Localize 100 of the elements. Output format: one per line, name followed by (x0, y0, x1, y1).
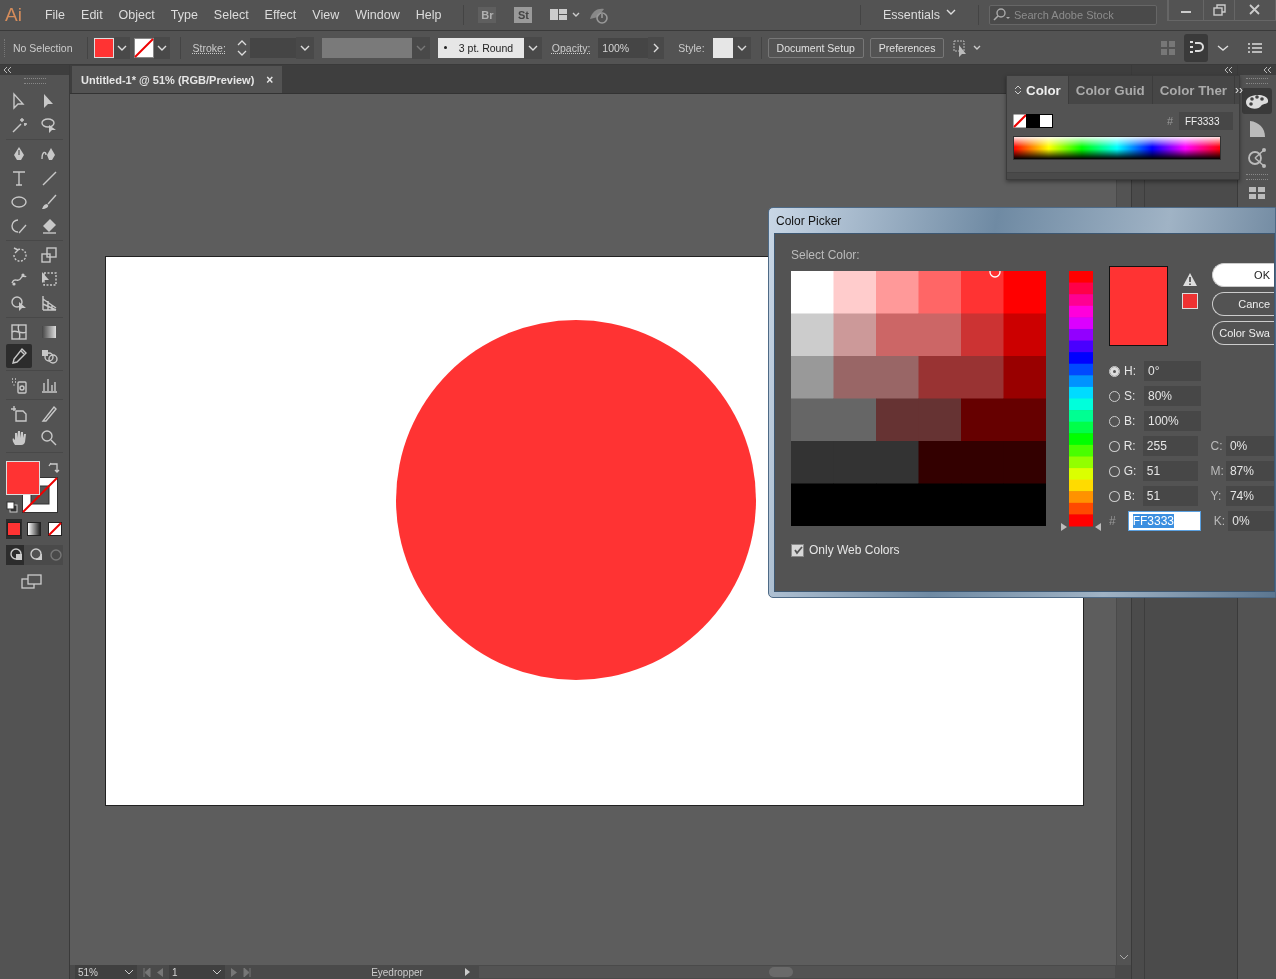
color-spectrum[interactable] (1013, 136, 1221, 160)
symbol-sprayer-icon (10, 376, 28, 394)
hand-icon (10, 429, 28, 447)
gradient-mode-button[interactable] (27, 522, 42, 536)
menu-item[interactable]: Window (347, 4, 408, 26)
style-swatch[interactable] (712, 37, 733, 58)
panel-resize-grip[interactable] (1007, 172, 1239, 179)
toolbar-button[interactable]: Preferences (869, 37, 945, 58)
value-field[interactable]: 51 (1142, 486, 1198, 506)
variable-width-field[interactable] (321, 37, 412, 58)
palette-icon[interactable] (1242, 88, 1273, 114)
caret-icon[interactable] (732, 36, 751, 59)
value-field[interactable]: 100% (1144, 411, 1201, 431)
line-segment-icon (40, 169, 58, 187)
menu-item[interactable]: File (36, 4, 74, 26)
stock-button[interactable]: St (514, 7, 533, 23)
collapse-icon[interactable] (1224, 66, 1235, 74)
fill-swatch[interactable] (93, 37, 114, 58)
web-safe-swatch[interactable] (1182, 293, 1198, 309)
default-colors-icon[interactable] (6, 501, 18, 513)
tool-button[interactable] (6, 344, 32, 368)
value-field[interactable]: 51 (1142, 461, 1198, 481)
caret-icon[interactable] (295, 36, 314, 59)
eraser-icon (40, 217, 58, 235)
collapse-icon[interactable] (3, 66, 13, 74)
lasso-icon (40, 116, 58, 134)
menu-item[interactable]: Edit (73, 4, 111, 26)
artboard-icon (10, 405, 28, 423)
chevron-right-icon[interactable] (648, 36, 665, 59)
value-field[interactable]: 80% (1144, 386, 1201, 406)
caret-icon (124, 968, 134, 976)
value-field[interactable]: 0° (1144, 361, 1201, 381)
opacity-field[interactable]: 100% (598, 37, 649, 58)
blend-icon (40, 347, 58, 365)
free-transform-icon (40, 270, 58, 288)
ellipse-icon (10, 193, 28, 211)
checkmark-icon (792, 545, 803, 555)
value-field[interactable]: 0% (1228, 511, 1274, 531)
checkbox[interactable] (791, 543, 804, 557)
caret-icon (946, 8, 956, 16)
close-tab-button[interactable]: × (266, 72, 274, 87)
preset-swatches[interactable] (1013, 114, 1053, 128)
workspace-dropdown[interactable]: Essentials (875, 4, 964, 26)
warning-icon[interactable] (1182, 272, 1198, 287)
scroll-down-icon[interactable] (1119, 953, 1130, 961)
document-tab[interactable]: Untitled-1* @ 51% (RGB/Preview) × (72, 66, 283, 93)
menu-item[interactable]: Help (407, 4, 450, 26)
menu-item[interactable]: Object (110, 4, 163, 26)
previous-artboard-icon (157, 967, 163, 977)
dialog-button[interactable]: OK (1212, 263, 1274, 287)
field-label: B: (1123, 414, 1137, 428)
magic-wand-icon (10, 116, 28, 134)
app-logo: Ai (4, 4, 23, 26)
panel-tab[interactable]: Color Guid (1068, 76, 1153, 104)
field-label: C: (1210, 439, 1224, 453)
eyedropper-icon (10, 347, 28, 365)
menu-item[interactable]: View (304, 4, 348, 26)
field-label: H: (1123, 364, 1137, 378)
layout-icon[interactable] (550, 8, 581, 22)
fill-swatch[interactable] (6, 461, 40, 495)
caret-icon[interactable] (523, 36, 542, 59)
panel-tab[interactable]: Color Ther (1152, 76, 1236, 104)
gradient-icon (40, 323, 58, 341)
more-tabs-button[interactable]: ›› (1235, 83, 1244, 97)
value-field[interactable]: 255 (1142, 436, 1198, 456)
field-label: M: (1210, 464, 1225, 478)
opacity-label: Opacity: (551, 41, 591, 54)
horizontal-scrollbar[interactable] (479, 966, 1116, 978)
collapse-icon[interactable] (1263, 66, 1273, 74)
hex-field[interactable]: FF3333 (1179, 112, 1233, 130)
zoom-icon (40, 429, 58, 447)
screen-mode-icon[interactable] (20, 573, 44, 591)
current-tool-label: Eyedropper (370, 966, 424, 978)
swap-icon[interactable] (48, 461, 60, 473)
perspective-grid-icon (40, 294, 58, 312)
shaper-icon (10, 217, 28, 235)
field-label: B: (1122, 489, 1136, 503)
value-field[interactable]: 0% (1225, 436, 1274, 456)
mesh-icon (10, 323, 28, 341)
none-mode-button[interactable] (47, 522, 62, 536)
value-field[interactable]: 87% (1225, 461, 1274, 481)
zoom-dropdown[interactable]: 51% (75, 965, 137, 979)
artboard-dropdown[interactable]: 1 (169, 965, 225, 979)
draw-normal-icon[interactable] (6, 545, 24, 565)
color-field[interactable] (791, 271, 1046, 526)
stroke-none-swatch[interactable] (133, 37, 154, 58)
panel-tab[interactable]: Color (1007, 76, 1069, 104)
menu-item[interactable]: Select (205, 4, 257, 26)
search-field[interactable]: Search Adobe Stock (989, 5, 1157, 25)
toolbar-button[interactable]: Document Setup (767, 37, 864, 58)
brush-dropdown[interactable]: 3 pt. Round (437, 37, 524, 58)
radio-button[interactable] (1109, 365, 1120, 377)
menu-item[interactable]: Type (162, 4, 206, 26)
hue-slider[interactable] (1061, 271, 1101, 533)
hex-field[interactable]: FF3333 (1127, 511, 1201, 531)
value-field[interactable]: 74% (1225, 486, 1274, 506)
stroke-label: Stroke: (192, 41, 226, 54)
panel-layout-icon[interactable] (1184, 33, 1208, 62)
menu-item[interactable]: Effect (256, 4, 305, 26)
color-mode-button[interactable] (7, 522, 22, 536)
